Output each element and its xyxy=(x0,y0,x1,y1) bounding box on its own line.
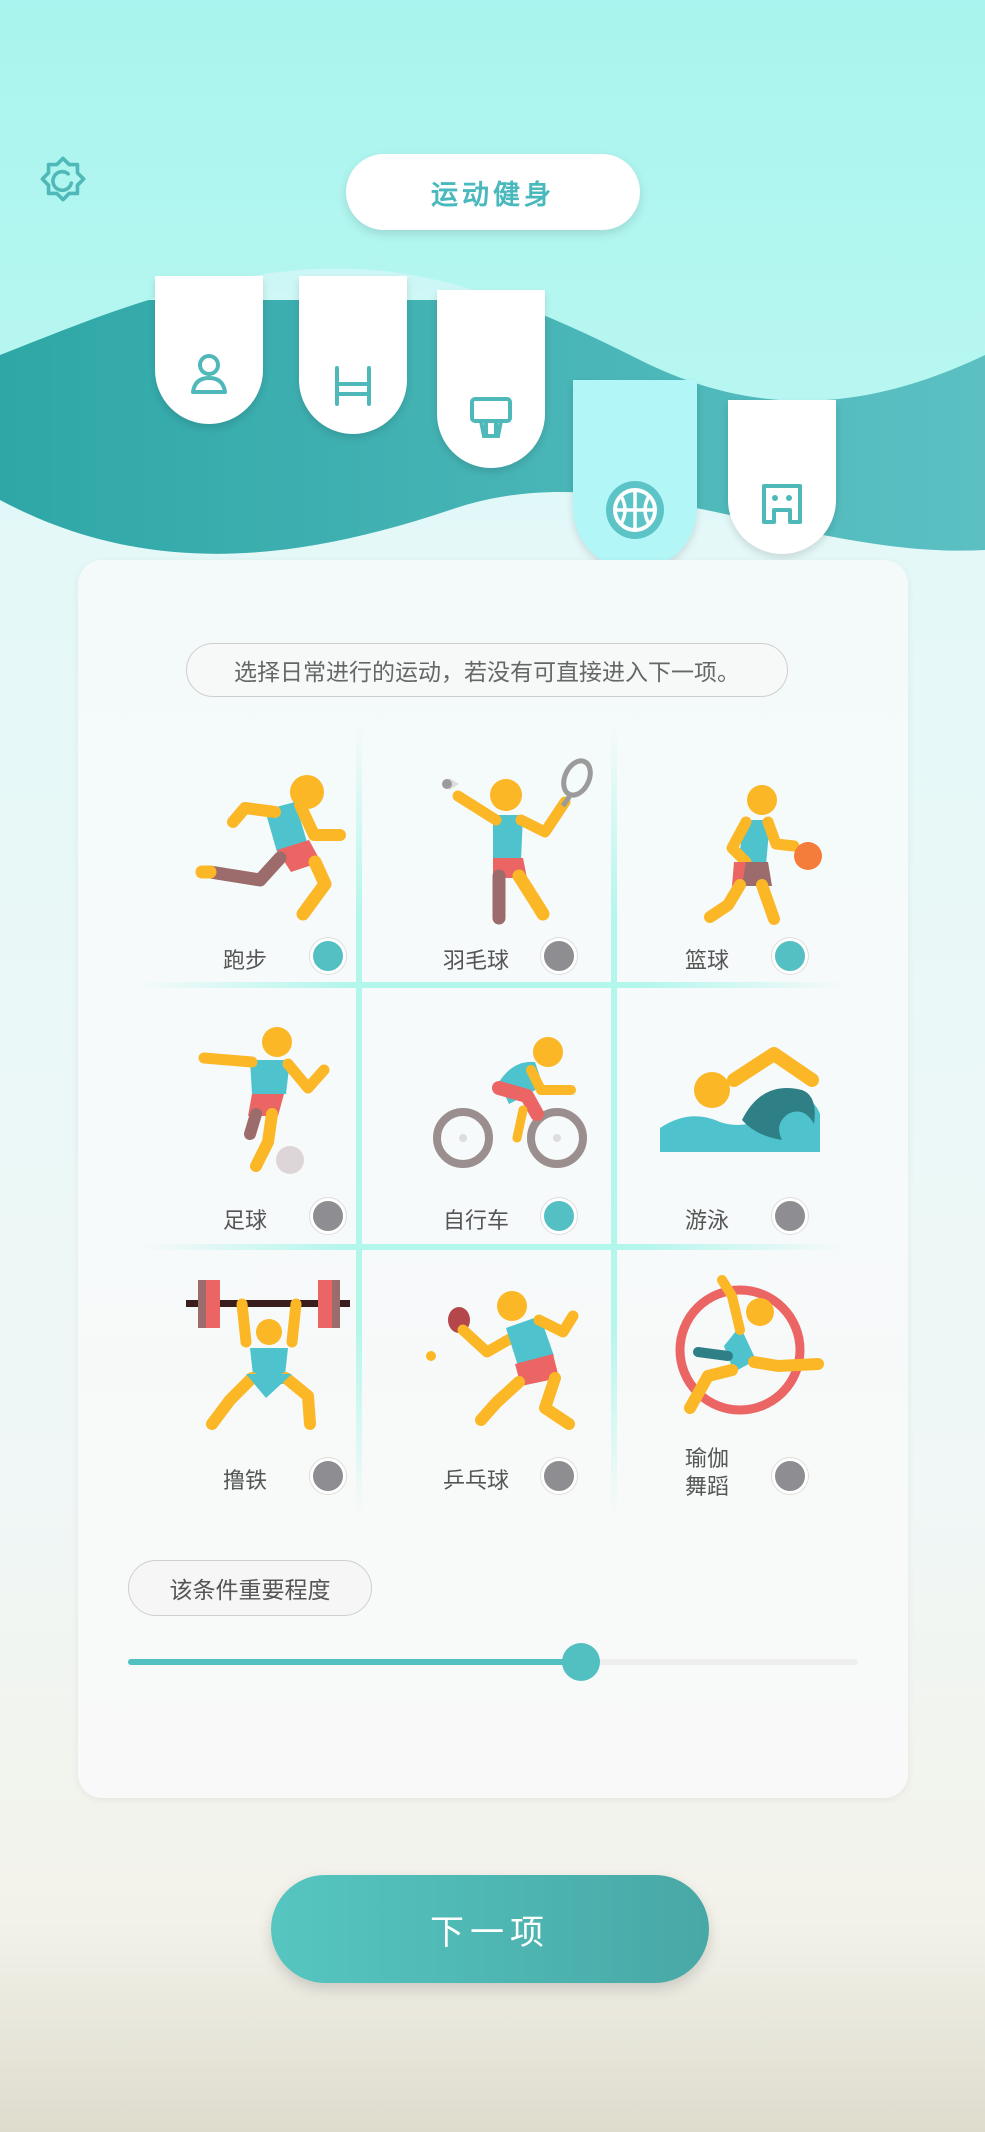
sport-option-running[interactable]: 跑步 xyxy=(155,738,405,993)
basketball-icon xyxy=(606,481,664,539)
sport-checkbox[interactable] xyxy=(541,1458,577,1494)
badminton-icon xyxy=(442,758,593,925)
tab-facilities[interactable] xyxy=(437,290,545,468)
sport-option-swimming[interactable]: 游泳 xyxy=(617,998,867,1253)
sport-label: 自行车 xyxy=(442,1209,509,1234)
sport-checkbox[interactable] xyxy=(310,938,346,974)
table-tennis-icon xyxy=(426,1291,579,1430)
running-icon xyxy=(195,775,346,921)
sport-label: 瑜伽 舞蹈 xyxy=(657,1446,757,1502)
tab-bathroom[interactable] xyxy=(728,400,836,554)
tab-sports[interactable] xyxy=(573,380,697,570)
sport-option-soccer[interactable]: 足球 xyxy=(155,998,405,1253)
sport-label-line2: 舞蹈 xyxy=(684,1475,729,1500)
sport-checkbox[interactable] xyxy=(772,1458,808,1494)
sport-checkbox[interactable] xyxy=(541,1198,577,1234)
sport-option-yoga-dance[interactable]: 瑜伽 舞蹈 xyxy=(617,1258,867,1513)
slider-fill xyxy=(128,1659,581,1665)
tab-sleep[interactable] xyxy=(299,276,407,434)
toilet-icon xyxy=(762,484,802,524)
sport-checkbox[interactable] xyxy=(772,1198,808,1234)
sport-checkbox[interactable] xyxy=(310,1458,346,1494)
sport-checkbox[interactable] xyxy=(772,938,808,974)
settings-gear-icon[interactable] xyxy=(30,146,96,212)
sport-label: 羽毛球 xyxy=(442,949,509,974)
sport-label: 跑步 xyxy=(222,949,267,974)
swimming-icon xyxy=(660,1047,820,1152)
weightlifting-icon xyxy=(186,1280,350,1430)
next-button[interactable]: 下一项 xyxy=(271,1875,709,1983)
cycling-icon xyxy=(433,1037,587,1168)
slider-thumb[interactable] xyxy=(561,1643,600,1681)
basketball-hoop-icon xyxy=(470,397,512,438)
sport-checkbox[interactable] xyxy=(310,1198,346,1234)
sport-label: 撸铁 xyxy=(222,1469,267,1494)
page-title: 运动健身 xyxy=(346,154,640,230)
sport-label: 乒乓球 xyxy=(442,1469,509,1494)
sport-option-basketball[interactable]: 篮球 xyxy=(617,738,867,993)
tab-personal[interactable] xyxy=(155,276,263,424)
soccer-icon xyxy=(198,1027,330,1174)
sport-label: 游泳 xyxy=(684,1209,729,1234)
instruction-hint: 选择日常进行的运动，若没有可直接进入下一项。 xyxy=(186,643,788,697)
sport-label: 篮球 xyxy=(684,949,729,974)
sport-label-line1: 瑜伽 xyxy=(684,1447,729,1472)
sport-option-badminton[interactable]: 羽毛球 xyxy=(386,738,636,993)
importance-slider[interactable] xyxy=(128,1643,858,1681)
bed-icon xyxy=(335,366,371,406)
yoga-dance-icon xyxy=(675,1275,824,1415)
person-icon xyxy=(191,354,227,394)
sport-option-table-tennis[interactable]: 乒乓球 xyxy=(386,1258,636,1513)
sport-checkbox[interactable] xyxy=(541,938,577,974)
sport-option-cycling[interactable]: 自行车 xyxy=(386,998,636,1253)
basketball-player-icon xyxy=(704,785,822,925)
sport-label: 足球 xyxy=(222,1209,267,1234)
sport-option-weightlifting[interactable]: 撸铁 xyxy=(155,1258,405,1513)
importance-label: 该条件重要程度 xyxy=(128,1560,372,1616)
